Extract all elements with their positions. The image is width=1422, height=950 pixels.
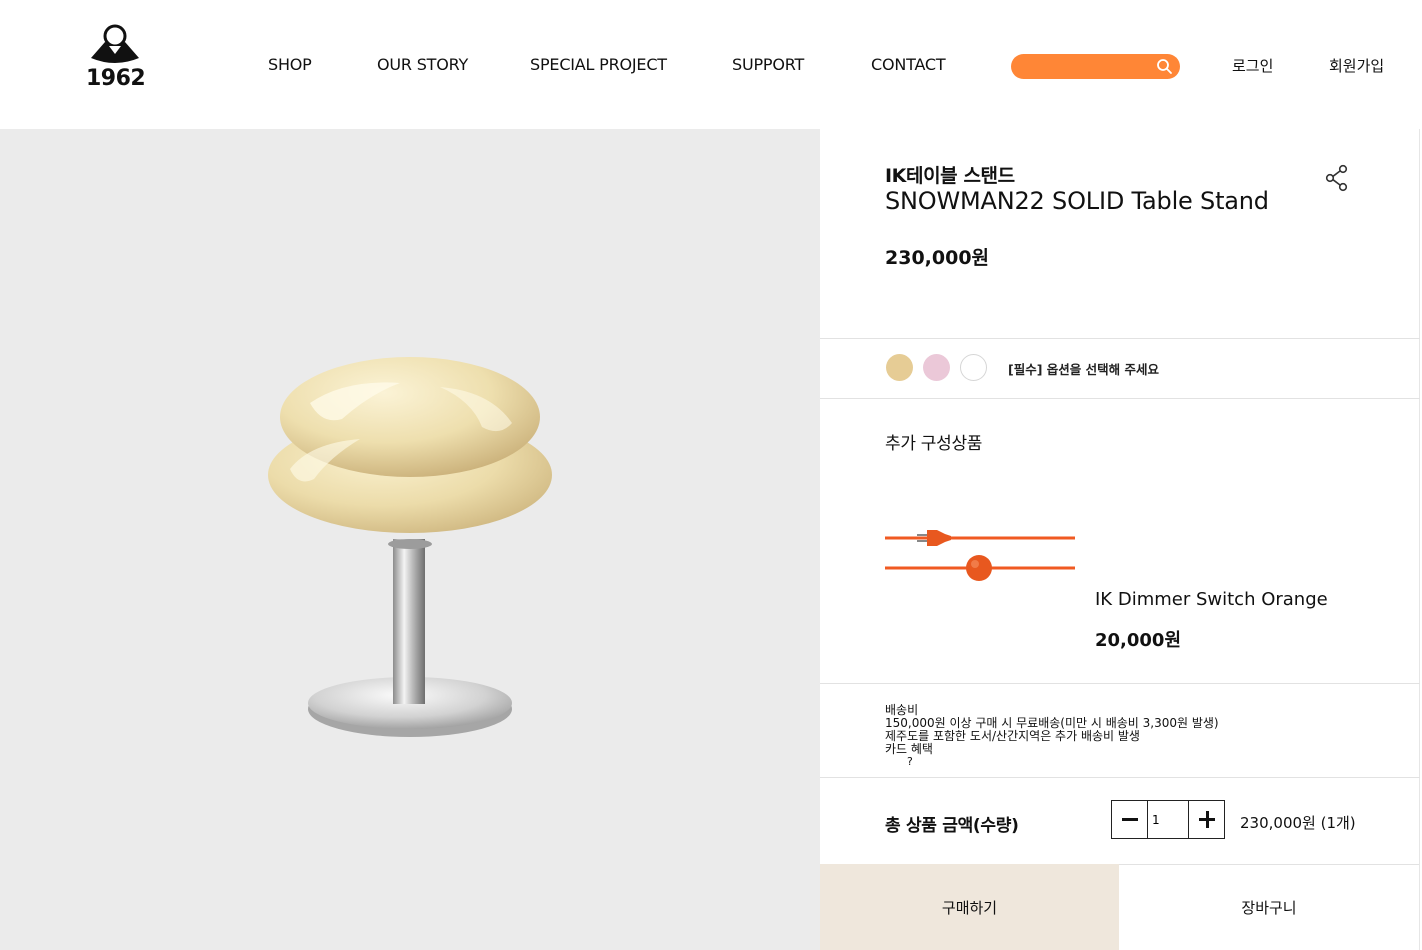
nav-shop[interactable]: SHOP bbox=[268, 55, 312, 74]
color-swatch-yellow[interactable] bbox=[886, 354, 913, 381]
nav-special-project[interactable]: SPECIAL PROJECT bbox=[530, 55, 667, 74]
product-brand: IK테이블 스탠드 bbox=[885, 165, 1015, 187]
logo[interactable]: 1962 bbox=[86, 24, 146, 98]
cart-button-label: 장바구니 bbox=[1241, 899, 1297, 917]
dimmer-switch-image[interactable] bbox=[885, 524, 1075, 584]
decrease-quantity-button[interactable] bbox=[1112, 801, 1148, 838]
site-header: 1962 SHOP OUR STORY SPECIAL PROJECT SUPP… bbox=[0, 0, 1422, 129]
add-to-cart-button[interactable]: 장바구니 bbox=[1119, 864, 1419, 950]
shipping-info: 배송비 150,000원 이상 구매 시 무료배송(미만 시 배송비 3,300… bbox=[820, 683, 1420, 778]
color-swatch-white[interactable] bbox=[960, 354, 987, 381]
addon-item-price: 20,000원 bbox=[1095, 630, 1182, 651]
option-selector: [필수] 옵션을 선택해 주세요 bbox=[820, 338, 1420, 399]
option-required-label: [필수] 옵션을 선택해 주세요 bbox=[1008, 362, 1159, 377]
product-title: SNOWMAN22 SOLID Table Stand bbox=[885, 187, 1269, 215]
increase-quantity-button[interactable] bbox=[1188, 801, 1224, 838]
logo-text: 1962 bbox=[86, 66, 146, 91]
total-price-label: 총 상품 금액(수량) bbox=[885, 816, 1019, 836]
total-price-value: 230,000원 (1개) bbox=[1240, 814, 1356, 832]
color-swatch-pink[interactable] bbox=[923, 354, 950, 381]
product-info-panel: IK테이블 스탠드 SNOWMAN22 SOLID Table Stand 23… bbox=[820, 129, 1420, 950]
signup-link[interactable]: 회원가입 bbox=[1329, 55, 1384, 76]
search-input[interactable] bbox=[1011, 54, 1180, 79]
product-price: 230,000원 bbox=[885, 247, 990, 269]
lamp-logo-icon bbox=[91, 24, 139, 63]
buy-button[interactable]: 구매하기 bbox=[820, 864, 1119, 950]
product-image-area bbox=[0, 129, 820, 950]
nav-support[interactable]: SUPPORT bbox=[732, 55, 804, 74]
quantity-stepper bbox=[1111, 800, 1225, 839]
nav-our-story[interactable]: OUR STORY bbox=[377, 55, 468, 74]
card-benefit-help-icon[interactable]: ? bbox=[907, 755, 913, 768]
addon-section-title: 추가 구성상품 bbox=[885, 434, 983, 454]
search-icon[interactable] bbox=[1156, 58, 1173, 75]
login-link[interactable]: 로그인 bbox=[1232, 55, 1273, 76]
quantity-input[interactable] bbox=[1149, 801, 1187, 838]
buy-button-label: 구매하기 bbox=[941, 898, 998, 917]
nav-contact[interactable]: CONTACT bbox=[871, 55, 946, 74]
product-image[interactable] bbox=[250, 339, 570, 769]
share-icon[interactable] bbox=[1325, 164, 1349, 192]
addon-item-name[interactable]: IK Dimmer Switch Orange bbox=[1095, 589, 1328, 610]
